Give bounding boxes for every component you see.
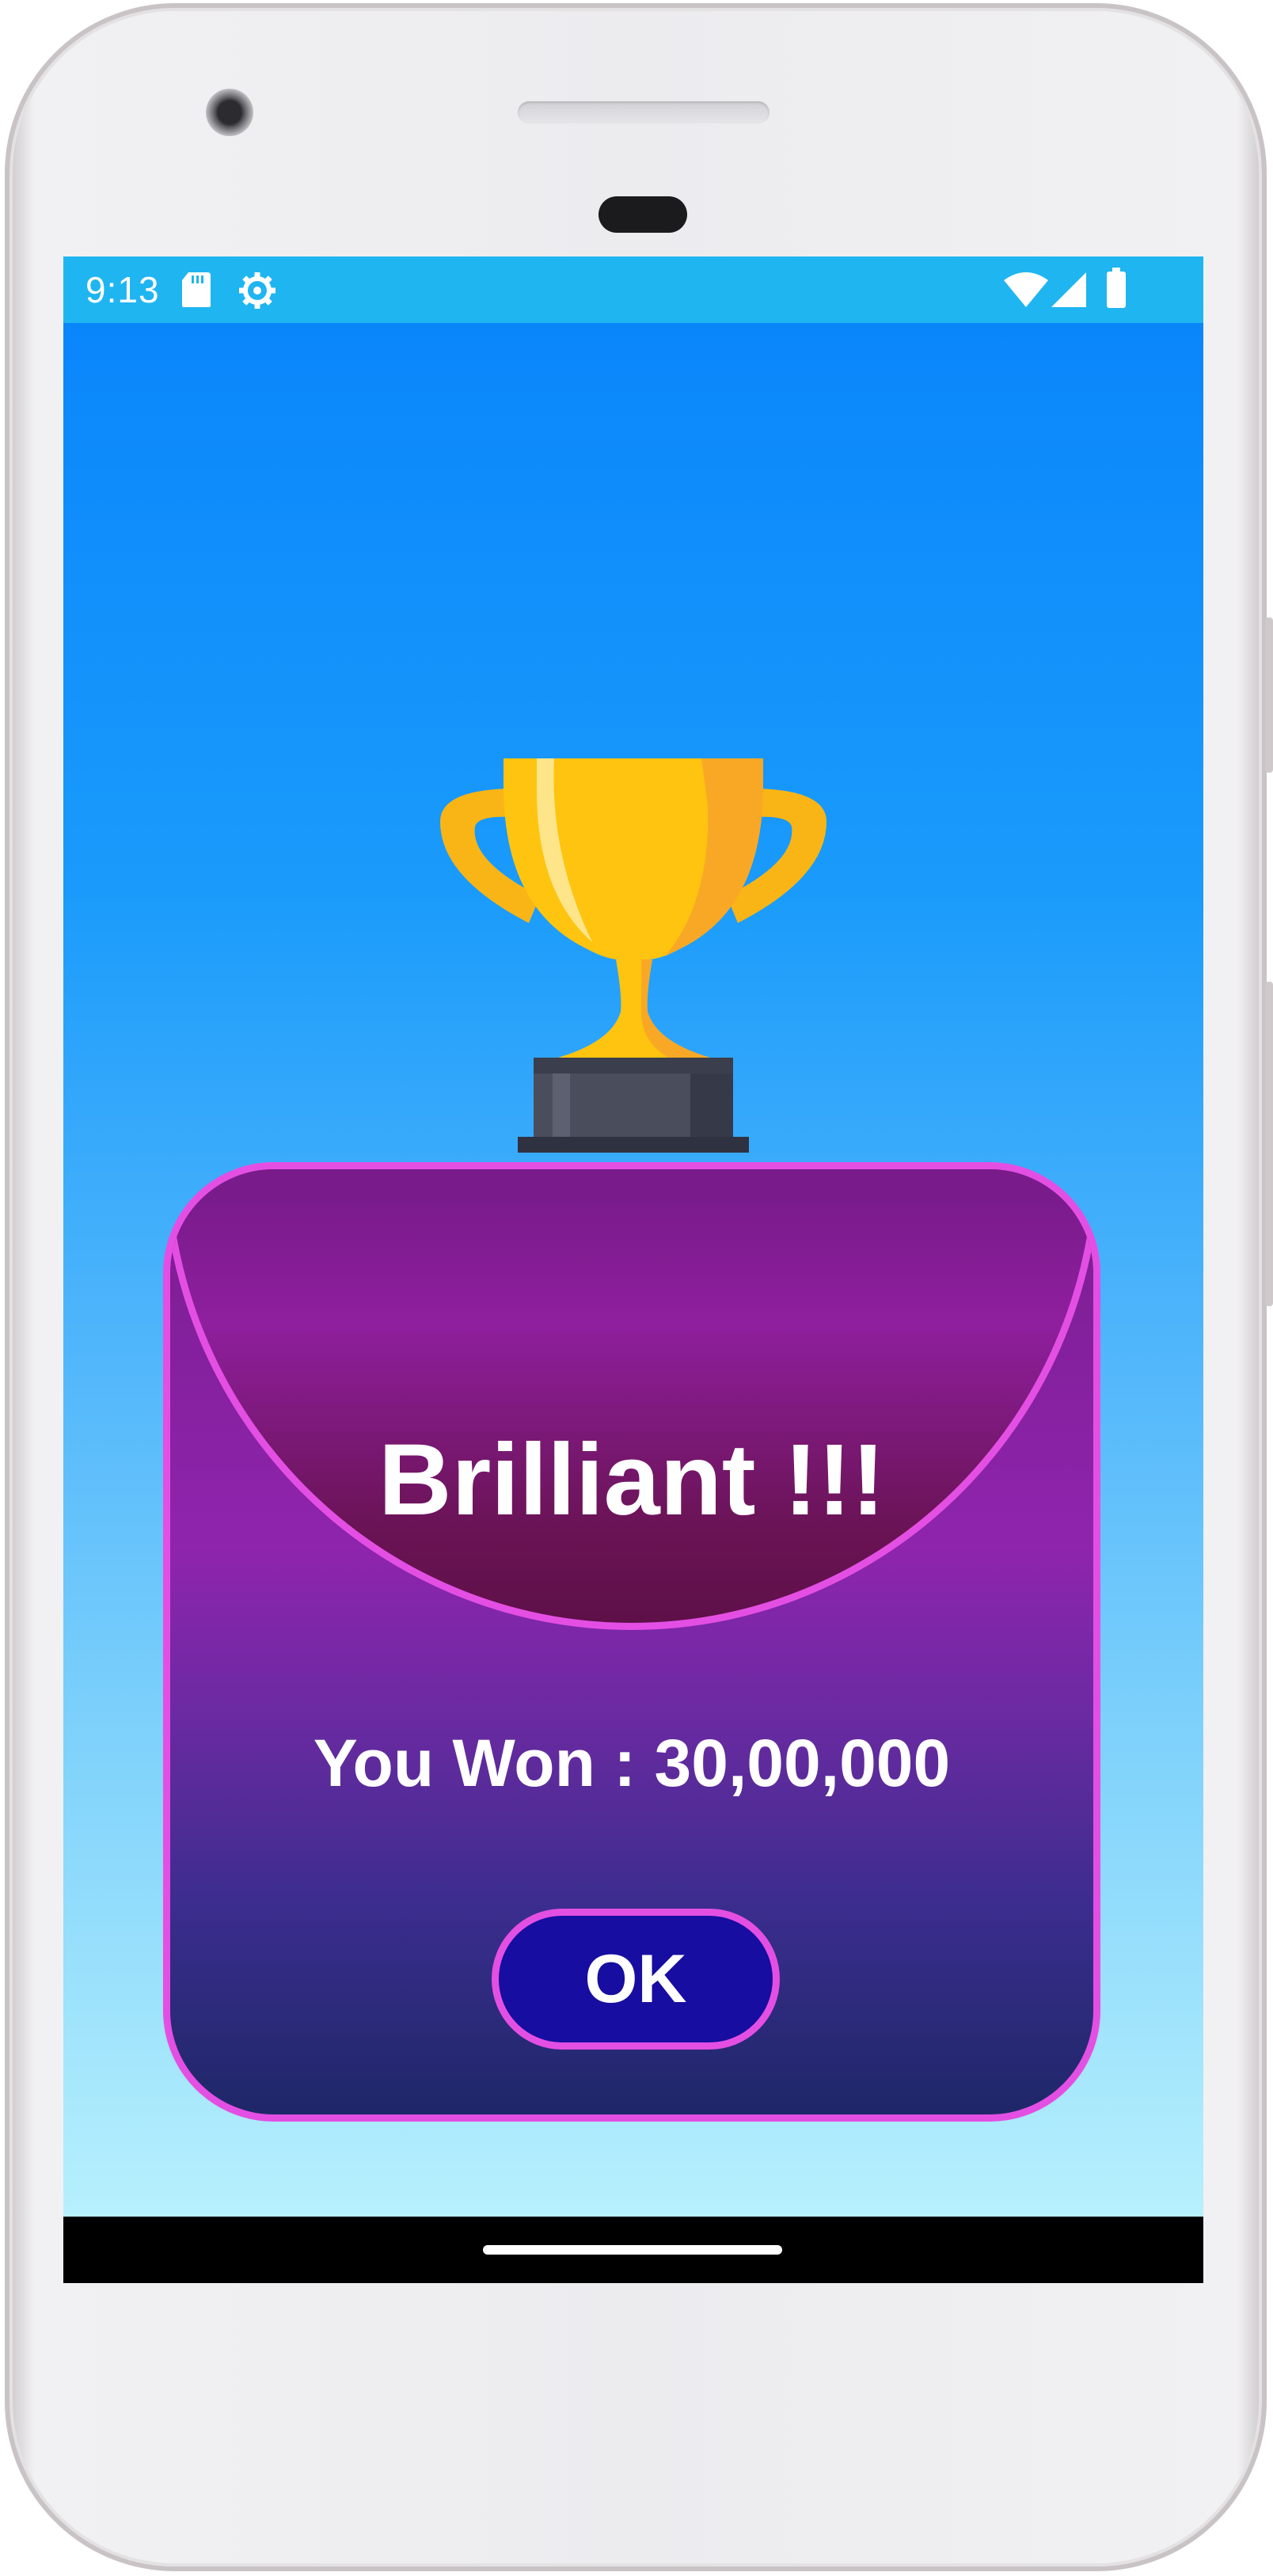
cell-signal-icon [1051,272,1086,307]
win-dialog: Brilliant !!! You Won : 30,00,000 OK [163,1162,1100,2122]
device-frame: 9:13 Brilliant !!! You Won: 30,00,000 O… [0,0,1273,2576]
power-button [1265,617,1273,773]
settings-gear-icon [239,272,276,309]
status-bar: 9:13 [63,256,1203,323]
home-gesture-handle[interactable] [483,2245,782,2255]
winnings-message: You Won : 30,00,000 [313,1726,951,1800]
trophy-icon [440,758,826,1153]
app-background: Brilliant !!! You Won : 30,00,000 OK [63,323,1203,2217]
ok-button[interactable]: OK [492,1909,780,2050]
front-camera-icon [206,89,253,136]
navigation-bar [63,2217,1203,2283]
earpiece-speaker [518,101,770,123]
dialog-title: Brilliant !!! [378,1423,885,1537]
sd-card-icon [182,272,211,307]
screen: 9:13 Brilliant !!! You Won: 30,00,000 O… [63,256,1203,2283]
battery-icon [1107,268,1126,308]
dialog-header-arc [170,1169,1093,1630]
proximity-sensor [598,196,687,233]
volume-button [1265,982,1273,1306]
status-time: 9:13 [86,269,160,310]
wifi-icon [1004,272,1048,307]
